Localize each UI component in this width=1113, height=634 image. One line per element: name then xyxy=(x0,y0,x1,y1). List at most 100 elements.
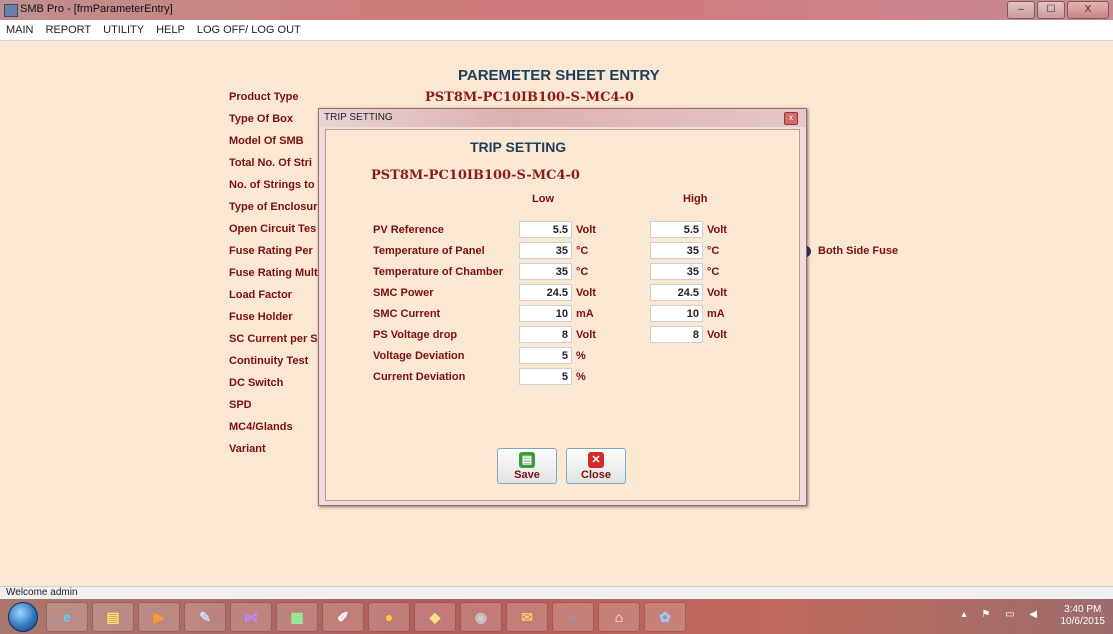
clock-time: 3:40 PM xyxy=(1064,604,1102,615)
label-fuse-rating-mult: Fuse Rating Mult xyxy=(229,267,318,279)
unit-label: °C xyxy=(576,266,589,278)
column-header-low: Low xyxy=(532,193,554,205)
unit-label: Volt xyxy=(707,224,727,236)
outlook-icon[interactable]: ✉ xyxy=(506,602,548,632)
both-side-fuse-label: Both Side Fuse xyxy=(818,245,899,257)
temperature-panel-high-input[interactable]: 35 xyxy=(650,242,703,259)
menubar: MAIN REPORT UTILITY HELP LOG OFF/ LOG OU… xyxy=(0,20,1113,41)
label-open-circuit: Open Circuit Tes xyxy=(229,223,317,235)
current-deviation-input[interactable]: 5 xyxy=(519,368,572,385)
menu-help[interactable]: HELP xyxy=(150,20,191,40)
database-icon[interactable]: ◉ xyxy=(460,602,502,632)
row-temperature-chamber: Temperature of Chamber 35 °C 35 °C xyxy=(326,263,799,283)
maximize-button[interactable]: ☐ xyxy=(1037,1,1065,19)
dialog-close-icon[interactable]: x xyxy=(784,112,798,125)
row-smc-power: SMC Power 24.5 Volt 24.5 Volt xyxy=(326,284,799,304)
internet-explorer-icon[interactable]: e xyxy=(46,602,88,632)
product-code: PST8M-PC10IB100-S-MC4-0 xyxy=(425,90,634,105)
clock-date: 10/6/2015 xyxy=(1060,616,1106,627)
ps-voltage-drop-low-input[interactable]: 8 xyxy=(519,326,572,343)
window-title: SMB Pro - [frmParameterEntry] xyxy=(20,3,173,15)
unit-label: mA xyxy=(576,308,594,320)
folder-icon[interactable]: ◆ xyxy=(414,602,456,632)
dialog-body: TRIP SETTING PST8M-PC10IB100-S-MC4-0 Low… xyxy=(325,129,800,501)
menu-utility[interactable]: UTILITY xyxy=(97,20,150,40)
unit-label: % xyxy=(576,350,586,362)
save-button[interactable]: ▤ Save xyxy=(497,448,557,484)
label-fuse-rating-per: Fuse Rating Per xyxy=(229,245,313,257)
label-load-factor: Load Factor xyxy=(229,289,292,301)
close-button[interactable]: ✕ Close xyxy=(566,448,626,484)
dialog-title: TRIP SETTING xyxy=(324,112,393,123)
row-label: PV Reference xyxy=(373,224,444,236)
clock[interactable]: 3:40 PM 10/6/2015 xyxy=(1061,604,1106,628)
unit-label: Volt xyxy=(576,287,596,299)
trip-setting-dialog: TRIP SETTING x TRIP SETTING PST8M-PC10IB… xyxy=(318,108,807,506)
row-label: SMC Power xyxy=(373,287,434,299)
row-temperature-panel: Temperature of Panel 35 °C 35 °C xyxy=(326,242,799,262)
label-sc-current: SC Current per S xyxy=(229,333,318,345)
row-smc-current: SMC Current 10 mA 10 mA xyxy=(326,305,799,325)
row-current-deviation: Current Deviation 5 % xyxy=(326,368,799,388)
ps-voltage-drop-high-input[interactable]: 8 xyxy=(650,326,703,343)
label-product-type: Product Type xyxy=(229,91,299,103)
temperature-chamber-high-input[interactable]: 35 xyxy=(650,263,703,280)
menu-logoff[interactable]: LOG OFF/ LOG OUT xyxy=(191,20,307,40)
unit-label: % xyxy=(576,371,586,383)
row-label: Current Deviation xyxy=(373,371,466,383)
menu-main[interactable]: MAIN xyxy=(0,20,40,40)
window-titlebar: SMB Pro - [frmParameterEntry] – ☐ X xyxy=(0,0,1113,20)
label-variant: Variant xyxy=(229,443,266,455)
row-label: SMC Current xyxy=(373,308,441,320)
save-icon: ▤ xyxy=(519,452,535,468)
building-icon[interactable]: ⌂ xyxy=(598,602,640,632)
smc-current-high-input[interactable]: 10 xyxy=(650,305,703,322)
label-total-strings: Total No. Of Stri xyxy=(229,157,312,169)
row-label: PS Voltage drop xyxy=(373,329,458,341)
row-voltage-deviation: Voltage Deviation 5 % xyxy=(326,347,799,367)
excel-icon[interactable]: ▦ xyxy=(276,602,318,632)
row-label: Temperature of Panel xyxy=(373,245,485,257)
unit-label: Volt xyxy=(576,224,596,236)
tools-icon[interactable]: ✎ xyxy=(184,602,226,632)
start-button[interactable] xyxy=(8,602,38,632)
status-bar: Welcome admin xyxy=(0,586,1113,600)
chrome-icon[interactable]: ● xyxy=(368,602,410,632)
smc-current-low-input[interactable]: 10 xyxy=(519,305,572,322)
palette-icon[interactable]: ✿ xyxy=(644,602,686,632)
voltage-deviation-input[interactable]: 5 xyxy=(519,347,572,364)
dialog-titlebar: TRIP SETTING x xyxy=(319,109,806,127)
pv-reference-low-input[interactable]: 5.5 xyxy=(519,221,572,238)
app-icon xyxy=(4,4,18,17)
menu-report[interactable]: REPORT xyxy=(40,20,98,40)
temperature-panel-low-input[interactable]: 35 xyxy=(519,242,572,259)
row-label: Voltage Deviation xyxy=(373,350,465,362)
row-ps-voltage-drop: PS Voltage drop 8 Volt 8 Volt xyxy=(326,326,799,346)
visual-studio-icon[interactable]: ⋈ xyxy=(230,602,272,632)
unit-label: °C xyxy=(707,266,720,278)
label-spd: SPD xyxy=(229,399,252,411)
paint-icon[interactable]: ✐ xyxy=(322,602,364,632)
label-model-of-smb: Model Of SMB xyxy=(229,135,304,147)
media-player-icon[interactable]: ▶ xyxy=(138,602,180,632)
minimize-button[interactable]: – xyxy=(1007,1,1035,19)
both-side-fuse-radio[interactable]: Both Side Fuse xyxy=(800,245,898,257)
label-strings-to: No. of Strings to xyxy=(229,179,315,191)
system-tray-icons[interactable]: ▴ ⚑ ▭ ◀ xyxy=(962,609,1043,620)
temperature-chamber-low-input[interactable]: 35 xyxy=(519,263,572,280)
row-label: Temperature of Chamber xyxy=(373,266,503,278)
teamviewer-icon[interactable]: ⇔ xyxy=(552,602,594,632)
smc-power-low-input[interactable]: 24.5 xyxy=(519,284,572,301)
close-label: Close xyxy=(581,469,611,481)
file-explorer-icon[interactable]: ▤ xyxy=(92,602,134,632)
label-fuse-holder: Fuse Holder xyxy=(229,311,293,323)
unit-label: Volt xyxy=(576,329,596,341)
close-window-button[interactable]: X xyxy=(1067,1,1109,19)
unit-label: mA xyxy=(707,308,725,320)
smc-power-high-input[interactable]: 24.5 xyxy=(650,284,703,301)
save-label: Save xyxy=(514,469,540,481)
status-text: Welcome admin xyxy=(6,587,78,598)
taskbar: e ▤ ▶ ✎ ⋈ ▦ ✐ ● ◆ ◉ ✉ ⇔ ⌂ ✿ ▴ ⚑ ▭ ◀ 3:40… xyxy=(0,599,1113,634)
pv-reference-high-input[interactable]: 5.5 xyxy=(650,221,703,238)
column-header-high: High xyxy=(683,193,708,205)
